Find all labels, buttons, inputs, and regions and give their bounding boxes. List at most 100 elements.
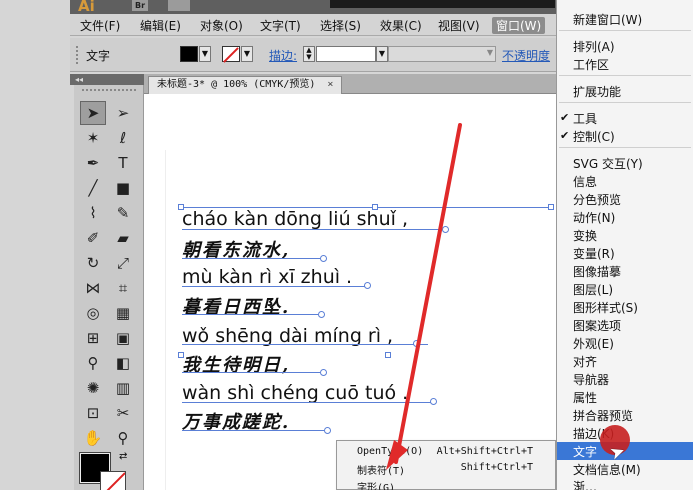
check-icon: ✔ [560, 129, 570, 142]
bounding-box-handle[interactable] [385, 352, 391, 358]
mesh-icon[interactable]: ⊞ [80, 326, 106, 350]
stroke-weight-dropdown[interactable]: ▼ [376, 46, 388, 62]
text-path-end[interactable] [442, 226, 449, 233]
document-tab[interactable]: 未标题-3* @ 100% (CMYK/预览) × [148, 76, 343, 94]
check-icon: ✔ [560, 111, 570, 124]
submenu-item-glyphs[interactable]: 字形(G) [357, 479, 395, 490]
window-menu-item[interactable]: 变换 [573, 227, 597, 244]
menu-effect[interactable]: 效果(C) [380, 17, 422, 34]
text-path-end[interactable] [430, 398, 437, 405]
variable-width-profile-select[interactable] [388, 46, 496, 62]
window-menu-item[interactable]: 排列(A) [573, 38, 615, 55]
window-menu-item[interactable]: 导航器 [573, 371, 609, 388]
text-path-end[interactable] [320, 255, 327, 262]
menu-type[interactable]: 文字(T) [260, 17, 301, 34]
window-menu-item[interactable]: 动作(N) [573, 209, 615, 226]
text-path-end[interactable] [324, 427, 331, 434]
text-path-end[interactable] [318, 311, 325, 318]
hand-icon[interactable]: ✋ [80, 426, 106, 450]
submenu-shortcut: Shift+Ctrl+T [460, 462, 533, 473]
window-menu-item[interactable]: 控制(C) [573, 128, 615, 145]
text-line[interactable]: wàn shì chéng cuō tuó . [182, 382, 408, 404]
fill-swatch[interactable] [180, 46, 198, 62]
text-line[interactable]: cháo kàn dōng liú shuǐ , [182, 208, 408, 230]
text-path-end[interactable] [320, 369, 327, 376]
window-menu-item[interactable]: 新建窗口(W) [573, 11, 642, 28]
blob-brush-icon[interactable]: ✐ [80, 226, 106, 250]
slice-icon[interactable]: ✂ [110, 401, 136, 425]
window-menu-item[interactable]: 渐… [573, 478, 597, 490]
window-menu-item[interactable]: 对齐 [573, 353, 597, 370]
menu-file[interactable]: 文件(F) [80, 17, 120, 34]
window-menu-item[interactable]: 图像描摹 [573, 263, 621, 280]
line-icon[interactable]: ╱ [80, 176, 106, 200]
fill-dropdown[interactable]: ▼ [199, 46, 211, 62]
swap-fill-stroke-icon[interactable]: ⇄ [119, 451, 127, 462]
magic-wand-icon[interactable]: ✶ [80, 126, 106, 150]
pencil-icon[interactable]: ✎ [110, 201, 136, 225]
text-line[interactable]: 暮看日西坠. [182, 293, 290, 319]
stroke-weight-stepper[interactable]: ▲ ▼ [303, 46, 315, 62]
control-bar-grip[interactable] [76, 46, 80, 64]
pen-icon[interactable]: ✒ [80, 151, 106, 175]
window-menu-item[interactable]: 工具 [573, 110, 597, 127]
window-menu-item[interactable]: 外观(E) [573, 335, 614, 352]
bounding-box-handle[interactable] [548, 204, 554, 210]
rotate-icon[interactable]: ↻ [80, 251, 106, 275]
submenu-item-opentype[interactable]: OpenType(O) [357, 446, 423, 457]
selection-arrow-icon[interactable]: ➤ [80, 101, 106, 125]
window-menu-item[interactable]: 信息 [573, 173, 597, 190]
free-transform-icon[interactable]: ⌗ [110, 276, 136, 300]
blend-icon[interactable]: ◧ [110, 351, 136, 375]
close-icon[interactable]: × [327, 79, 333, 90]
window-menu-item[interactable]: SVG 交互(Y) [573, 155, 643, 172]
text-line[interactable]: mù kàn rì xī zhuì . [182, 266, 352, 288]
window-menu-item[interactable]: 图案选项 [573, 317, 621, 334]
window-menu-item[interactable]: 图形样式(S) [573, 299, 638, 316]
text-line[interactable]: 我生待明日, [182, 351, 290, 377]
zoom-icon[interactable]: ⚲ [110, 426, 136, 450]
type-icon[interactable]: T [110, 151, 136, 175]
window-menu-item[interactable]: 图层(L) [573, 281, 613, 298]
perspective-grid-icon[interactable]: ▦ [110, 301, 136, 325]
shape-builder-icon[interactable]: ◎ [80, 301, 106, 325]
window-menu-item[interactable]: 工作区 [573, 56, 609, 73]
eyedropper-icon[interactable]: ⚲ [80, 351, 106, 375]
menu-object[interactable]: 对象(O) [200, 17, 243, 34]
stroke-dropdown[interactable]: ▼ [241, 46, 253, 62]
stroke-color-box[interactable] [100, 471, 126, 490]
menu-view[interactable]: 视图(V) [438, 17, 480, 34]
scale-icon[interactable]: ⤢ [110, 251, 136, 275]
width-icon[interactable]: ⋈ [80, 276, 106, 300]
text-path-end[interactable] [413, 340, 420, 347]
menu-window[interactable]: 窗口(W) [492, 17, 546, 34]
window-menu-item[interactable]: 变量(R) [573, 245, 615, 262]
column-graph-icon[interactable]: ▥ [110, 376, 136, 400]
direct-selection-icon[interactable]: ➢ [110, 101, 136, 125]
window-menu-item[interactable]: 分色预览 [573, 191, 621, 208]
tools-grip[interactable] [82, 89, 136, 95]
window-menu-item[interactable]: 属性 [573, 389, 597, 406]
stroke-weight-input[interactable] [316, 46, 376, 62]
bridge-button[interactable]: Br [132, 0, 148, 11]
window-menu-item[interactable]: 拼合器预览 [573, 407, 633, 424]
stroke-label[interactable]: 描边: [269, 47, 297, 64]
paintbrush-icon[interactable]: ⌇ [80, 201, 106, 225]
gradient-icon[interactable]: ▣ [110, 326, 136, 350]
lasso-icon[interactable]: ℓ [110, 126, 136, 150]
window-menu-item-type[interactable]: 文字 [573, 443, 597, 460]
opacity-label[interactable]: 不透明度 [502, 47, 550, 64]
symbol-sprayer-icon[interactable]: ✺ [80, 376, 106, 400]
eraser-icon[interactable]: ▰ [110, 226, 136, 250]
artboard-icon[interactable]: ⊡ [80, 401, 106, 425]
submenu-item-tabs[interactable]: 制表符(T) [357, 462, 405, 477]
menu-edit[interactable]: 编辑(E) [140, 17, 181, 34]
text-path-end[interactable] [364, 282, 371, 289]
stroke-swatch[interactable] [222, 46, 240, 62]
menu-select[interactable]: 选择(S) [320, 17, 361, 34]
tools-panel-header[interactable]: ◂◂ [70, 74, 144, 85]
window-menu-item[interactable]: 文档信息(M) [573, 461, 641, 478]
rectangle-icon[interactable]: ■ [110, 176, 136, 200]
arrange-documents-button[interactable] [168, 0, 190, 11]
window-menu-item[interactable]: 扩展功能 [573, 83, 621, 100]
